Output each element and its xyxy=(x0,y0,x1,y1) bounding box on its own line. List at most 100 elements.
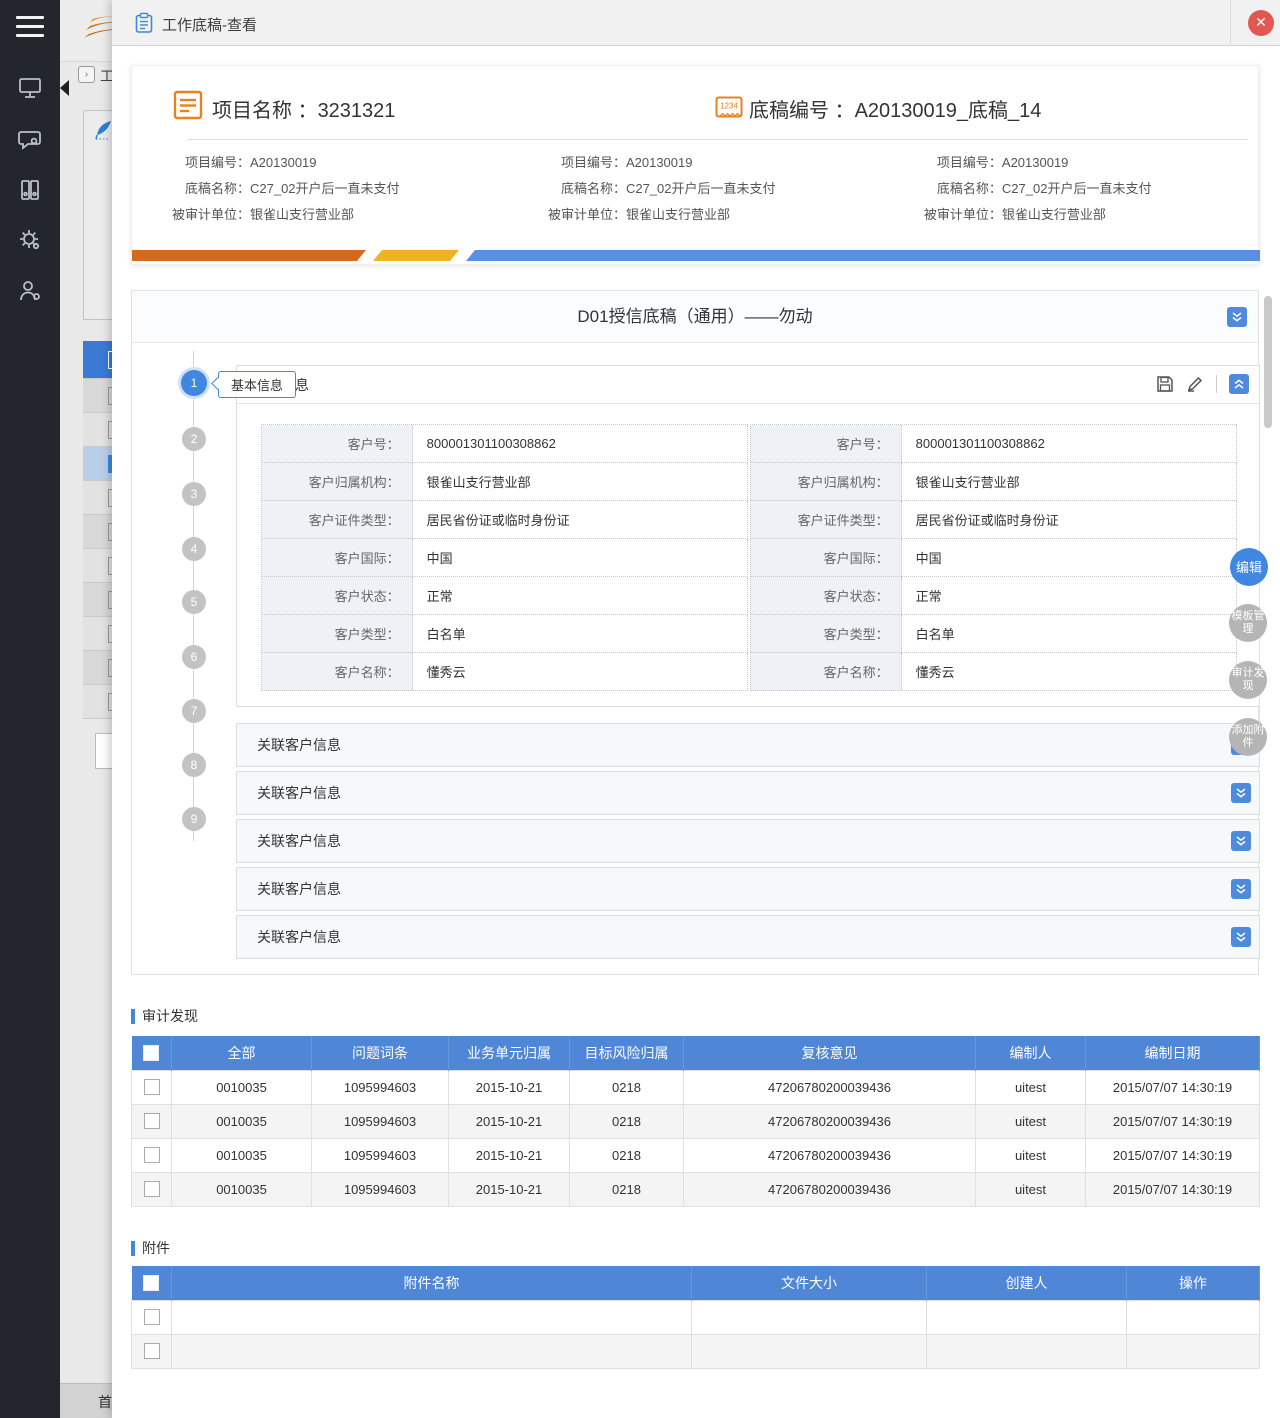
table-row[interactable]: 001003510959946032015-10-210218472067802… xyxy=(132,1138,1260,1172)
table-row[interactable]: 001003510959946032015-10-210218472067802… xyxy=(132,1104,1260,1138)
add-attachment-float-button[interactable]: 添加附件 xyxy=(1229,718,1267,756)
related-customer-panel[interactable]: 关联客户信息 xyxy=(236,771,1260,815)
background-partial-button[interactable] xyxy=(95,733,112,769)
chat-tool-icon[interactable] xyxy=(0,116,60,164)
row-checkbox[interactable] xyxy=(144,1343,160,1359)
step-3[interactable]: 3 xyxy=(182,482,206,506)
collapse-all-button[interactable] xyxy=(1227,307,1247,327)
save-icon[interactable] xyxy=(1156,375,1174,393)
row-checkbox[interactable] xyxy=(144,1181,160,1197)
step-9[interactable]: 9 xyxy=(182,807,206,831)
scrollbar-thumb[interactable] xyxy=(1264,296,1272,428)
list-item[interactable] xyxy=(83,685,112,719)
step-5[interactable]: 5 xyxy=(182,590,206,614)
step-6[interactable]: 6 xyxy=(182,645,206,669)
field-label: 客户国际： xyxy=(751,539,902,577)
user-gear-icon[interactable] xyxy=(0,267,60,315)
select-all-checkbox[interactable] xyxy=(143,1275,159,1291)
list-item[interactable] xyxy=(83,651,112,685)
column-header[interactable]: 操作 xyxy=(1127,1266,1260,1300)
related-customer-panel[interactable]: 关联客户信息 xyxy=(236,915,1260,959)
background-footer: 首 xyxy=(60,1383,112,1418)
field-value: 居民省份证或临时身份证 xyxy=(902,501,1237,539)
field-label: 客户号： xyxy=(262,425,413,463)
step-2[interactable]: 2 xyxy=(182,427,206,451)
attachments-table: 附件名称 文件大小 创建人 操作 xyxy=(131,1266,1260,1369)
template-manage-float-button[interactable]: 模板管理 xyxy=(1229,604,1267,642)
list-item[interactable] xyxy=(83,617,112,651)
double-chevron-down-icon xyxy=(1235,883,1247,895)
list-item[interactable]: ✓ xyxy=(83,447,112,481)
related-customer-panel[interactable]: 关联客户信息 xyxy=(236,867,1260,911)
panel-title: 关联客户信息 xyxy=(237,868,1259,910)
info-label: 项目编号： xyxy=(884,154,1002,171)
info-label: 项目编号： xyxy=(132,154,250,171)
list-item[interactable] xyxy=(83,515,112,549)
field-value: 800001301100308862 xyxy=(902,425,1237,463)
row-checkbox[interactable] xyxy=(144,1079,160,1095)
column-header[interactable]: 创建人 xyxy=(927,1266,1127,1300)
info-label: 底稿名称： xyxy=(884,180,1002,197)
gear-tool-icon[interactable] xyxy=(0,216,60,264)
edit-float-button[interactable]: 编辑 xyxy=(1230,548,1268,586)
table-row[interactable] xyxy=(132,1334,1260,1368)
close-button[interactable]: ✕ xyxy=(1248,10,1274,36)
column-header[interactable]: 编制人 xyxy=(976,1036,1086,1070)
list-item[interactable] xyxy=(83,379,112,413)
audit-findings-float-button[interactable]: 审计发现 xyxy=(1229,661,1267,699)
field-value: 白名单 xyxy=(902,615,1237,653)
draft-header-card: 项目名称 ：3231321 1234 底稿编号 ：A20130019_底稿_14… xyxy=(131,65,1259,265)
info-value: 银雀山支行营业部 xyxy=(250,206,354,223)
library-icon[interactable] xyxy=(0,166,60,214)
table-row[interactable] xyxy=(132,1300,1260,1334)
step-1[interactable]: 1 xyxy=(181,370,207,396)
table-row[interactable]: 001003510959946032015-10-210218472067802… xyxy=(132,1172,1260,1206)
row-checkbox[interactable] xyxy=(144,1309,160,1325)
expand-panel-button[interactable] xyxy=(1231,927,1251,947)
list-item[interactable] xyxy=(83,413,112,447)
column-header[interactable]: 文件大小 xyxy=(692,1266,927,1300)
background-tab[interactable] xyxy=(83,110,112,320)
select-all-checkbox[interactable] xyxy=(143,1045,159,1061)
list-item[interactable] xyxy=(83,583,112,617)
field-label: 客户归属机构： xyxy=(262,463,413,501)
field-label: 客户号： xyxy=(751,425,902,463)
list-item[interactable] xyxy=(83,481,112,515)
info-value: A20130019 xyxy=(1002,154,1069,171)
list-item[interactable] xyxy=(83,549,112,583)
row-checkbox[interactable] xyxy=(144,1113,160,1129)
column-header[interactable]: 附件名称 xyxy=(172,1266,692,1300)
list-item[interactable] xyxy=(83,341,112,379)
step-8[interactable]: 8 xyxy=(182,753,206,777)
column-header[interactable]: 复核意见 xyxy=(684,1036,976,1070)
expand-panel-button[interactable] xyxy=(1231,879,1251,899)
column-header[interactable]: 目标风险归属 xyxy=(570,1036,684,1070)
related-customer-panel[interactable]: 关联客户信息 xyxy=(236,819,1260,863)
expand-panel-button[interactable] xyxy=(1231,831,1251,851)
double-chevron-up-icon xyxy=(1233,378,1245,390)
quill-icon xyxy=(94,119,112,141)
column-header[interactable]: 业务单元归属 xyxy=(449,1036,570,1070)
double-chevron-down-icon xyxy=(1235,787,1247,799)
column-header[interactable]: 全部 xyxy=(172,1036,312,1070)
collapse-panel-button[interactable] xyxy=(1229,374,1249,394)
info-label: 底稿名称： xyxy=(508,180,626,197)
edit-pencil-icon[interactable] xyxy=(1186,375,1204,393)
background-page: › 工 ✓ 首 xyxy=(60,0,112,1418)
expand-panel-button[interactable] xyxy=(1231,783,1251,803)
step-4[interactable]: 4 xyxy=(182,537,206,561)
breadcrumb-expand-icon[interactable]: › xyxy=(78,66,95,83)
hamburger-menu-icon[interactable] xyxy=(16,16,44,38)
table-row[interactable]: 001003510959946032015-10-210218472067802… xyxy=(132,1070,1260,1104)
column-header[interactable]: 问题词条 xyxy=(312,1036,449,1070)
field-label: 客户状态： xyxy=(262,577,413,615)
monitor-icon[interactable] xyxy=(0,64,60,112)
row-checkbox[interactable] xyxy=(144,1147,160,1163)
step-7[interactable]: 7 xyxy=(182,699,206,723)
info-value: C27_02开户后一直未支付 xyxy=(250,180,400,197)
column-header[interactable]: 编制日期 xyxy=(1086,1036,1260,1070)
info-column: 项目编号：A20130019 底稿名称：C27_02开户后一直未支付 被审计单位… xyxy=(508,154,884,232)
field-value: 懂秀云 xyxy=(902,653,1237,691)
field-label: 客户证件类型： xyxy=(751,501,902,539)
related-customer-panel[interactable]: 关联客户信息 xyxy=(236,723,1260,767)
